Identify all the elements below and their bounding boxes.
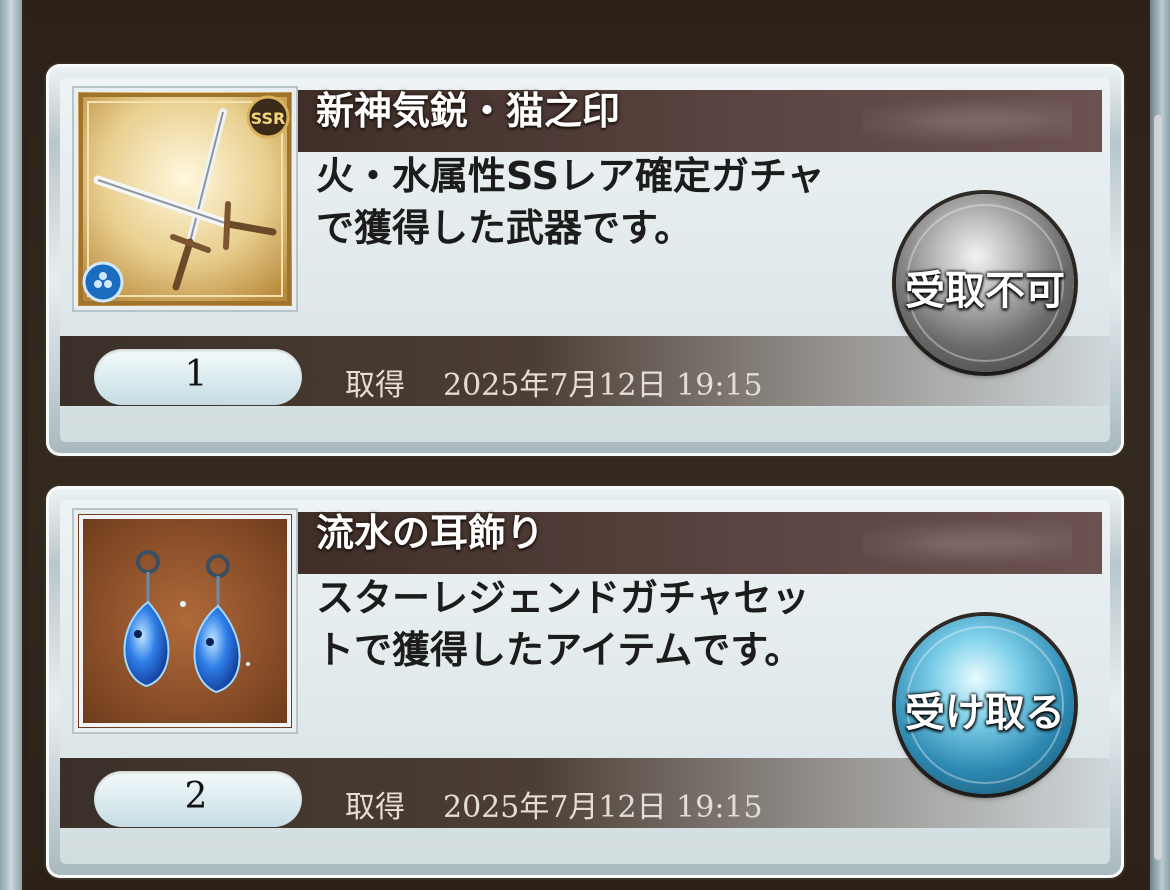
item-quantity: 1 [184,354,208,395]
item-description: スターレジェンドガチャセットで獲得したアイテムです。 [316,576,810,672]
gift-item-card: SSR 1 取得 2025年7月12日 19:15 新神気鋭・猫之印 火・水属性… [46,64,1124,456]
acquired-label: 取得 [345,790,405,825]
acquired-date: 2025年7月12日 19:15 [443,790,763,825]
item-name: 新神気鋭・猫之印 [316,89,621,133]
acquired-date: 2025年7月12日 19:15 [443,368,763,403]
item-quantity: 2 [184,776,208,817]
receive-button-label: 受け取る [905,691,1065,735]
item-description: 火・水属性SSレア確定ガチャで獲得した武器です。 [316,154,825,250]
svg-text:SSR: SSR [251,109,286,128]
item-name: 流水の耳飾り [316,511,545,555]
receive-button[interactable]: 受け取る [896,616,1074,794]
gift-item-card: 2 取得 2025年7月12日 19:15 流水の耳飾り スターレジェンドガチャ… [46,486,1124,878]
blue-earrings-icon [74,510,296,732]
twin-daggers-weapon-icon: SSR [74,88,296,310]
left-frame-border [0,0,28,890]
receive-disabled-button[interactable]: 受取不可 [896,194,1074,372]
receive-button-label: 受取不可 [905,269,1065,313]
acquired-label: 取得 [345,368,405,403]
list-scrollbar[interactable] [1154,115,1162,860]
